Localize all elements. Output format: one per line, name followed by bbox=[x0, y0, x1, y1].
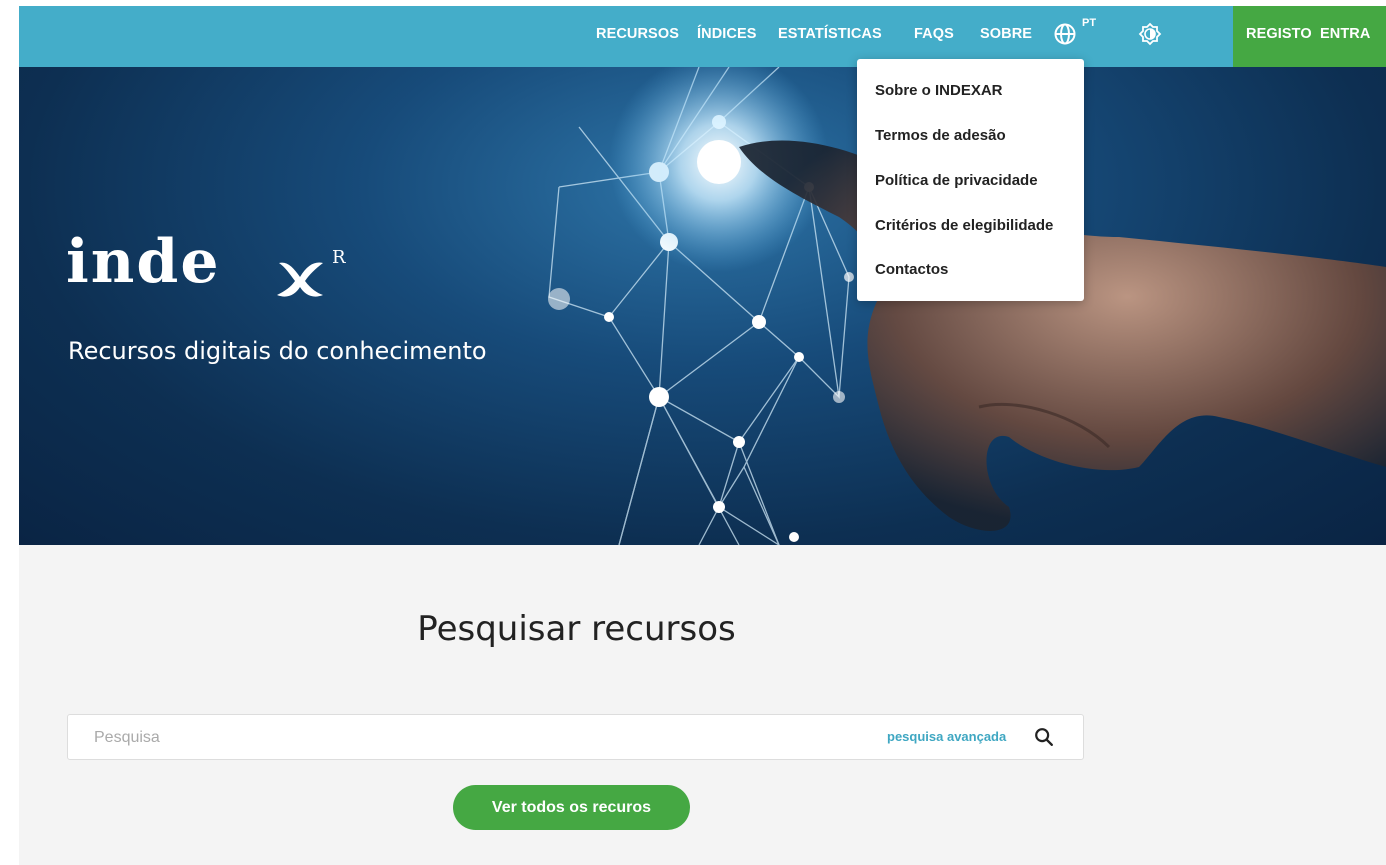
search-box: pesquisa avançada bbox=[67, 714, 1084, 760]
logo-superscript: R bbox=[332, 247, 346, 268]
menu-item-sobre-indexar[interactable]: Sobre o INDEXAR bbox=[875, 82, 1003, 99]
top-navigation-bar: RECURSOS ÍNDICES ESTATÍSTICAS FAQS SOBRE… bbox=[19, 6, 1386, 67]
view-all-resources-button[interactable]: Ver todos os recuros bbox=[453, 785, 690, 830]
page: RECURSOS ÍNDICES ESTATÍSTICAS FAQS SOBRE… bbox=[19, 6, 1386, 865]
hero-banner: inde R Recursos digitais do conhecimento bbox=[19, 67, 1386, 545]
nav-sobre[interactable]: SOBRE bbox=[980, 26, 1032, 42]
register-link[interactable]: REGISTO bbox=[1246, 26, 1312, 42]
search-title: Pesquisar recursos bbox=[417, 609, 736, 649]
login-link[interactable]: ENTRA bbox=[1320, 26, 1370, 42]
nav-indices[interactable]: ÍNDICES bbox=[697, 26, 757, 42]
advanced-search-link[interactable]: pesquisa avançada bbox=[887, 729, 1006, 744]
nav-faqs[interactable]: FAQS bbox=[914, 26, 954, 42]
language-label[interactable]: PT bbox=[1082, 17, 1096, 29]
hero-tagline: Recursos digitais do conhecimento bbox=[68, 337, 487, 365]
nav-recursos[interactable]: RECURSOS bbox=[596, 26, 679, 42]
index-logo: inde bbox=[66, 227, 221, 297]
menu-item-criterios-elegibilidade[interactable]: Critérios de elegibilidade bbox=[875, 217, 1053, 234]
search-input[interactable] bbox=[92, 725, 856, 751]
contrast-icon[interactable] bbox=[1138, 22, 1162, 46]
nav-estatisticas[interactable]: ESTATÍSTICAS bbox=[778, 26, 882, 42]
menu-item-termos-adesao[interactable]: Termos de adesão bbox=[875, 127, 1006, 144]
globe-icon[interactable] bbox=[1053, 22, 1077, 46]
menu-item-politica-privacidade[interactable]: Política de privacidade bbox=[875, 172, 1038, 189]
hero-network-illustration bbox=[548, 67, 1386, 545]
sobre-dropdown-menu: Sobre o INDEXAR Termos de adesão Polític… bbox=[857, 59, 1084, 301]
auth-area: REGISTO ENTRA bbox=[1233, 6, 1386, 67]
search-icon[interactable] bbox=[1033, 726, 1055, 748]
menu-item-contactos[interactable]: Contactos bbox=[875, 261, 948, 278]
logo-x-mark bbox=[277, 262, 323, 297]
